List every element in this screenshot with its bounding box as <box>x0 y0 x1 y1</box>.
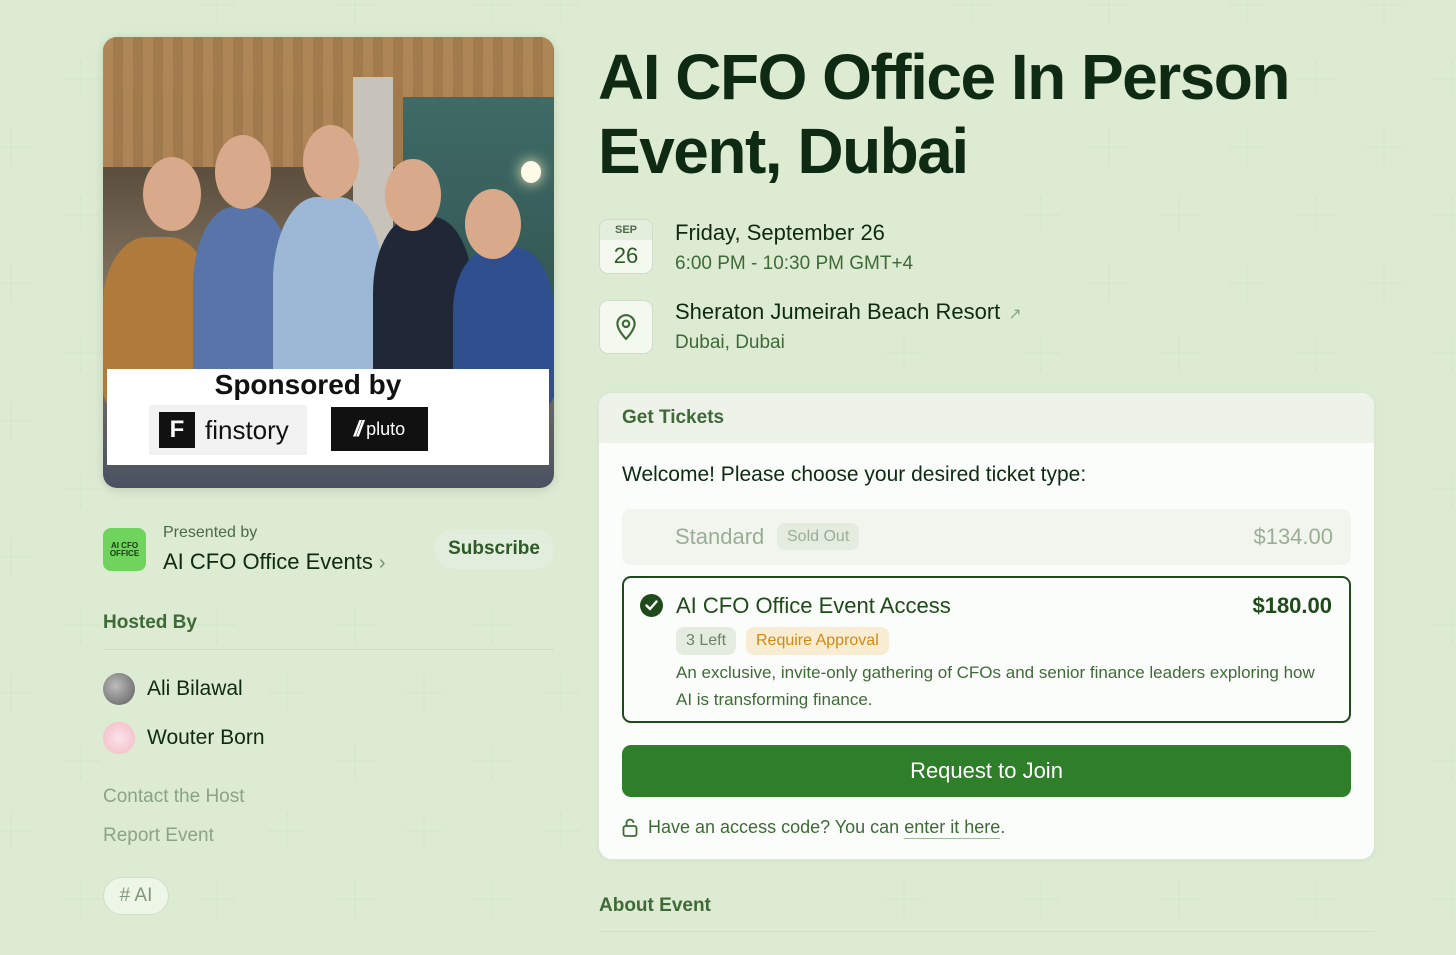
date-day: 26 <box>613 243 639 268</box>
access-code-suffix: . <box>1000 817 1006 837</box>
location-pin-icon <box>599 300 653 354</box>
venue-link[interactable]: Sheraton Jumeirah Beach Resort ↗ <box>675 299 1022 325</box>
presenter-logo[interactable]: AI CFO OFFICE <box>103 528 146 571</box>
event-time: 6:00 PM - 10:30 PM GMT+4 <box>675 253 914 274</box>
host-name: Wouter Born <box>147 726 265 749</box>
access-code-prompt: Have an access code? You can <box>648 817 900 837</box>
lock-icon <box>622 818 638 837</box>
avatar <box>103 673 135 705</box>
venue-city: Dubai, Dubai <box>675 332 785 353</box>
hosted-by-heading: Hosted By <box>103 612 197 633</box>
event-title: AI CFO Office In Person Event, Dubai <box>598 41 1290 187</box>
cover-head-5 <box>465 189 521 259</box>
sponsor-banner: Sponsored by F finstory // pluto <box>107 369 549 465</box>
pluto-logo: // pluto <box>331 407 428 451</box>
host-name: Ali Bilawal <box>147 677 243 700</box>
venue-name: Sheraton Jumeirah Beach Resort <box>675 299 1001 324</box>
external-arrow-icon: ↗ <box>1008 306 1022 323</box>
check-circle-icon <box>640 594 663 617</box>
cover-head-3 <box>303 125 359 199</box>
ticket-name: AI CFO Office Event Access <box>676 593 951 618</box>
presenter-name-link[interactable]: AI CFO Office Events › <box>163 549 386 575</box>
finstory-mark-icon: F <box>159 412 195 448</box>
require-approval-badge: Require Approval <box>746 627 889 655</box>
ticket-name: Standard <box>675 524 765 549</box>
about-event-heading: About Event <box>599 895 711 916</box>
cover-head-1 <box>143 157 201 231</box>
finstory-wordmark: finstory <box>205 414 289 445</box>
ticket-option-event-access[interactable]: AI CFO Office Event Access $180.00 3 Lef… <box>622 576 1351 723</box>
about-divider <box>599 931 1375 932</box>
finstory-logo: F finstory <box>149 405 307 455</box>
request-to-join-button[interactable]: Request to Join <box>622 745 1351 797</box>
cover-head-4 <box>385 159 441 231</box>
tag-chip[interactable]: # AI <box>103 877 169 915</box>
ticket-price: $180.00 <box>1252 593 1332 618</box>
presenter-name: AI CFO Office Events <box>163 549 373 574</box>
subscribe-button[interactable]: Subscribe <box>434 529 554 569</box>
presenter-row: AI CFO OFFICE Presented by AI CFO Office… <box>103 522 554 578</box>
tickets-header: Get Tickets <box>599 393 1374 443</box>
presented-by-label: Presented by <box>163 524 258 541</box>
tickets-intro: Welcome! Please choose your desired tick… <box>622 463 1087 486</box>
ticket-description: An exclusive, invite-only gathering of C… <box>676 663 1315 709</box>
remaining-badge: 3 Left <box>676 627 737 655</box>
enter-access-code-link[interactable]: enter it here <box>904 817 1001 839</box>
tickets-card: Get Tickets Welcome! Please choose your … <box>598 392 1375 860</box>
calendar-icon: SEP 26 <box>599 219 653 274</box>
chevron-right-icon: › <box>378 552 386 574</box>
pluto-mark-icon: // <box>353 416 363 441</box>
sold-out-badge: Sold Out <box>777 523 860 550</box>
event-cover-image: Sponsored by F finstory // pluto <box>103 37 554 488</box>
event-date: Friday, September 26 <box>675 220 885 245</box>
avatar <box>103 722 135 754</box>
date-month: SEP <box>600 220 652 240</box>
host-item[interactable]: Wouter Born <box>103 722 265 754</box>
report-event-link[interactable]: Report Event <box>103 825 214 847</box>
hosted-divider <box>103 649 554 650</box>
contact-host-link[interactable]: Contact the Host <box>103 786 245 808</box>
ticket-option-standard: Standard Sold Out $134.00 <box>622 509 1351 565</box>
cover-light-bulb <box>521 161 541 183</box>
cover-head-2 <box>215 135 271 209</box>
host-item[interactable]: Ali Bilawal <box>103 673 243 705</box>
access-code-row: Have an access code? You can enter it he… <box>622 817 1006 839</box>
sponsor-heading: Sponsored by <box>214 369 402 400</box>
ticket-price: $134.00 <box>1253 524 1333 549</box>
pluto-wordmark: pluto <box>366 418 406 439</box>
